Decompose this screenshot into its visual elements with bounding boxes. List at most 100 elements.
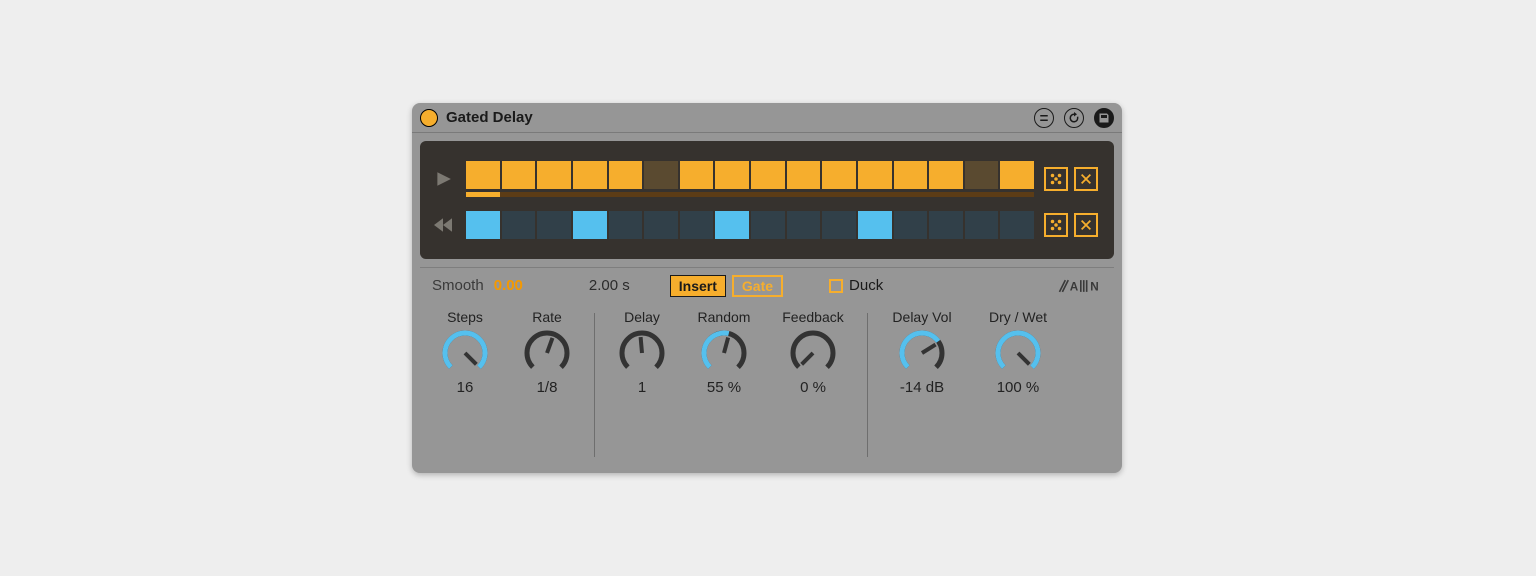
knob-value: 1/8 bbox=[537, 379, 558, 396]
knob-dial[interactable] bbox=[789, 329, 837, 377]
step[interactable] bbox=[965, 211, 999, 239]
step[interactable] bbox=[502, 211, 536, 239]
step[interactable] bbox=[1000, 211, 1034, 239]
device-title: Gated Delay bbox=[446, 109, 533, 126]
dice-icon bbox=[1049, 218, 1063, 232]
step[interactable] bbox=[573, 161, 607, 189]
knob-dial[interactable] bbox=[898, 329, 946, 377]
knob-area: Steps 16 Rate 1/8 Delay 1 Random 55 % Feedback 0 … bbox=[420, 303, 1114, 467]
dice-icon bbox=[1049, 172, 1063, 186]
knob-dial[interactable] bbox=[618, 329, 666, 377]
knob-value: 16 bbox=[457, 379, 474, 396]
forward-icon[interactable] bbox=[430, 170, 456, 188]
step[interactable] bbox=[965, 161, 999, 189]
knob-delay[interactable]: Delay 1 bbox=[601, 309, 683, 461]
step[interactable] bbox=[466, 161, 500, 189]
knob-label: Delay Vol bbox=[892, 309, 951, 325]
step[interactable] bbox=[609, 161, 643, 189]
gate-mode-button[interactable]: Gate bbox=[732, 275, 783, 297]
knob-value: 55 % bbox=[707, 379, 741, 396]
svg-text:A: A bbox=[1070, 280, 1079, 293]
sequence-progress bbox=[466, 192, 1034, 197]
brand-logo: A N bbox=[1058, 277, 1102, 295]
close-icon bbox=[1079, 218, 1093, 232]
smooth-label: Smooth bbox=[432, 277, 484, 294]
step[interactable] bbox=[929, 211, 963, 239]
knob-rate[interactable]: Rate 1/8 bbox=[506, 309, 588, 461]
step[interactable] bbox=[537, 211, 571, 239]
knob-label: Random bbox=[698, 309, 751, 325]
knob-random[interactable]: Random 55 % bbox=[683, 309, 765, 461]
reverse-lane[interactable] bbox=[466, 211, 1034, 239]
step[interactable] bbox=[715, 161, 749, 189]
step[interactable] bbox=[894, 211, 928, 239]
duck-checkbox-icon bbox=[829, 279, 843, 293]
knob-delay-vol[interactable]: Delay Vol -14 dB bbox=[874, 309, 970, 461]
step[interactable] bbox=[858, 161, 892, 189]
reverse-randomize-button[interactable] bbox=[1044, 213, 1068, 237]
save-icon bbox=[1098, 112, 1110, 124]
step[interactable] bbox=[751, 161, 785, 189]
knob-steps[interactable]: Steps 16 bbox=[424, 309, 506, 461]
knob-label: Feedback bbox=[782, 309, 843, 325]
forward-lane[interactable] bbox=[466, 161, 1034, 189]
step[interactable] bbox=[858, 211, 892, 239]
reverse-lane-row bbox=[430, 211, 1098, 239]
step[interactable] bbox=[537, 161, 571, 189]
group-divider bbox=[594, 313, 595, 457]
step[interactable] bbox=[894, 161, 928, 189]
step[interactable] bbox=[573, 211, 607, 239]
step[interactable] bbox=[787, 211, 821, 239]
knob-dial[interactable] bbox=[523, 329, 571, 377]
step[interactable] bbox=[644, 211, 678, 239]
step[interactable] bbox=[715, 211, 749, 239]
duck-toggle[interactable]: Duck bbox=[829, 277, 883, 294]
sequencer-panel bbox=[420, 141, 1114, 259]
device-power-button[interactable] bbox=[420, 109, 438, 127]
knob-dial[interactable] bbox=[700, 329, 748, 377]
device-rand-button[interactable] bbox=[1064, 108, 1084, 128]
step[interactable] bbox=[822, 161, 856, 189]
knob-label: Rate bbox=[532, 309, 562, 325]
knob-value: -14 dB bbox=[900, 379, 944, 396]
smooth-value[interactable]: 0.00 bbox=[494, 277, 523, 294]
gated-delay-device: Gated Delay bbox=[412, 103, 1122, 473]
step[interactable] bbox=[680, 211, 714, 239]
control-strip: Smooth 0.00 2.00 s Insert Gate Duck A N bbox=[420, 267, 1114, 303]
group-divider bbox=[867, 313, 868, 457]
knob-label: Delay bbox=[624, 309, 660, 325]
step[interactable] bbox=[1000, 161, 1034, 189]
step[interactable] bbox=[822, 211, 856, 239]
device-titlebar: Gated Delay bbox=[412, 103, 1122, 133]
time-value[interactable]: 2.00 s bbox=[589, 277, 630, 294]
svg-text:N: N bbox=[1090, 280, 1099, 293]
device-collapse-button[interactable] bbox=[1034, 108, 1054, 128]
step[interactable] bbox=[929, 161, 963, 189]
knob-value: 1 bbox=[638, 379, 646, 396]
reverse-icon[interactable] bbox=[430, 216, 456, 234]
step[interactable] bbox=[680, 161, 714, 189]
step[interactable] bbox=[502, 161, 536, 189]
cycle-icon bbox=[1068, 112, 1080, 124]
step[interactable] bbox=[466, 211, 500, 239]
knob-value: 0 % bbox=[800, 379, 826, 396]
knob-dial[interactable] bbox=[994, 329, 1042, 377]
ableton-stripes-icon: A N bbox=[1058, 277, 1102, 295]
step[interactable] bbox=[751, 211, 785, 239]
knob-feedback[interactable]: Feedback 0 % bbox=[765, 309, 861, 461]
step[interactable] bbox=[787, 161, 821, 189]
reverse-clear-button[interactable] bbox=[1074, 213, 1098, 237]
knob-dry-wet[interactable]: Dry / Wet100 % bbox=[970, 309, 1066, 461]
forward-lane-row bbox=[430, 161, 1098, 197]
insert-mode-button[interactable]: Insert bbox=[670, 275, 726, 297]
forward-randomize-button[interactable] bbox=[1044, 167, 1068, 191]
duck-label: Duck bbox=[849, 277, 883, 294]
step[interactable] bbox=[644, 161, 678, 189]
device-save-button[interactable] bbox=[1094, 108, 1114, 128]
knob-label: Steps bbox=[447, 309, 483, 325]
close-icon bbox=[1079, 172, 1093, 186]
forward-clear-button[interactable] bbox=[1074, 167, 1098, 191]
knob-label: Dry / Wet bbox=[989, 309, 1047, 325]
step[interactable] bbox=[609, 211, 643, 239]
knob-dial[interactable] bbox=[441, 329, 489, 377]
